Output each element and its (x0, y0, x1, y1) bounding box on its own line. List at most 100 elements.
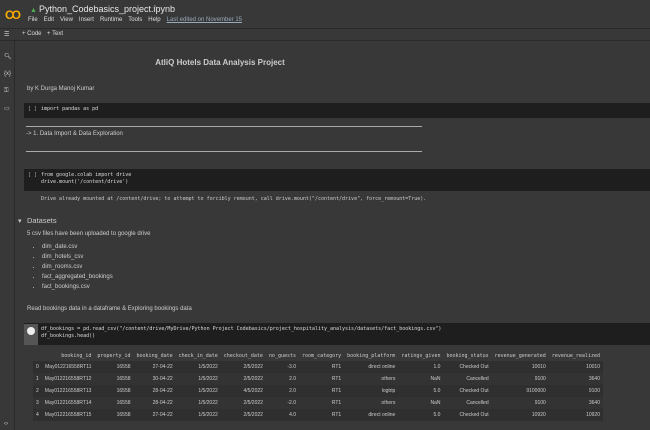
column-header: revenue_generated (494, 352, 546, 359)
run-cell-button[interactable] (24, 324, 38, 345)
title-bar: CO ▲ Python_Codebasics_project.ipynb ☆ Fi… (0, 0, 650, 28)
table-cell: RT1 (331, 400, 342, 406)
table-cell: 16558 (116, 412, 131, 418)
menu-help[interactable]: Help (148, 17, 160, 23)
last-edited-link[interactable]: Last edited on November 15 (167, 17, 242, 23)
star-icon[interactable]: ☆ (152, 4, 159, 13)
table-cell: 3640 (588, 400, 600, 406)
list-item: fact_aggregated_bookings (42, 272, 113, 282)
cell-code[interactable]: from google.colab import drive drive.moun… (41, 172, 131, 186)
table-cell: 2/5/2022 (243, 364, 263, 370)
column-header: no_guests (268, 352, 297, 359)
table-cell: others (381, 400, 396, 406)
menu-runtime[interactable]: Runtime (100, 17, 122, 23)
table-cell: RT1 (331, 364, 342, 370)
column-header: booking_status (446, 352, 489, 359)
table-cell: others (381, 376, 396, 382)
table-cell: RT1 (331, 376, 342, 382)
table-header: booking_id property_id booking_date check_i… (33, 350, 603, 361)
menu-insert[interactable]: Insert (79, 17, 94, 23)
table-cell: 9100 (534, 376, 546, 382)
code-cell-mount[interactable]: [ ] from google.colab import drive drive.… (24, 169, 650, 191)
table-cell: 2/5/2022 (243, 400, 263, 406)
table-cell: NaN (430, 376, 441, 382)
table-cell: Checked Out (459, 364, 489, 370)
run-cell-button[interactable]: [ ] (28, 106, 37, 112)
table-cell: 4/5/2022 (243, 388, 263, 394)
list-item: dim_rooms.csv (42, 262, 113, 272)
table-cell: 3640 (588, 376, 600, 382)
key-icon[interactable]: ⚿ (4, 88, 9, 95)
column-header: ratings_given (401, 352, 441, 359)
table-cell: 9100 (588, 388, 600, 394)
column-header: booking_platform (347, 352, 396, 359)
add-text-button[interactable]: + Text (47, 31, 63, 37)
table-cell: 5.0 (433, 412, 441, 418)
dataframe-output: booking_id property_id booking_date check_i… (33, 350, 603, 421)
menu-tools[interactable]: Tools (128, 17, 142, 23)
table-cell: 1 (36, 376, 39, 382)
table-cell: 2/5/2022 (243, 376, 263, 382)
table-cell: 16558 (116, 376, 131, 382)
column-header: property_id (97, 352, 131, 359)
collapse-arrow-icon[interactable]: ▾ (18, 217, 22, 225)
table-row: 1 May012216558RT12 16558 30-04-22 1/5/2022 2/… (33, 373, 603, 385)
divider (26, 126, 422, 127)
table-cell: 16558 (116, 388, 131, 394)
table-cell: 5.0 (433, 388, 441, 394)
divider (26, 151, 422, 152)
table-cell: 1/5/2022 (198, 364, 218, 370)
table-cell: -3.0 (287, 364, 297, 370)
table-cell: 4.0 (289, 412, 297, 418)
table-row: 4 May012216558RT15 16558 27-04-22 1/5/2022 2/… (33, 409, 603, 421)
column-header: booking_id (61, 352, 92, 359)
cell-code[interactable]: df_bookings = pd.read_csv("/content/driv… (41, 326, 441, 340)
colab-logo[interactable]: CO (5, 8, 21, 22)
folder-icon[interactable]: ▭ (4, 105, 10, 112)
add-code-button[interactable]: + Code (22, 31, 42, 37)
toolbar: ☰ + Code + Text (0, 28, 650, 41)
table-cell: 16558 (116, 400, 131, 406)
table-cell: 1/5/2022 (198, 400, 218, 406)
author-text: by K Durga Manoj Kumar (27, 86, 95, 92)
table-cell: 10920 (586, 412, 600, 418)
table-cell: 2.0 (289, 388, 297, 394)
datasets-text: 5 csv files have been uploaded to google… (27, 231, 151, 237)
table-cell: 28-04-22 (152, 388, 173, 394)
table-cell: Checked Out (459, 412, 489, 418)
table-cell: May012216558RT15 (44, 412, 92, 418)
table-cell: -2.0 (287, 400, 297, 406)
table-cell: 10010 (531, 364, 546, 370)
section-heading: -> 1. Data Import & Data Exploration (26, 131, 123, 137)
table-cell: May012216558RT13 (44, 388, 92, 394)
toc-icon[interactable]: ☰ (4, 31, 9, 38)
code-cell-import[interactable]: [ ] import pandas as pd (24, 103, 650, 118)
code-snippets-icon[interactable]: ‹› (4, 421, 8, 427)
table-cell: 1/5/2022 (198, 376, 218, 382)
table-cell: 1/5/2022 (198, 412, 218, 418)
code-cell-read-csv[interactable]: df_bookings = pd.read_csv("/content/driv… (24, 323, 650, 345)
menu-bar: File Edit View Insert Runtime Tools Help… (28, 17, 242, 23)
table-cell: 16558 (116, 364, 131, 370)
table-cell: 1.0 (433, 364, 441, 370)
table-cell: Cancelled (466, 376, 489, 382)
menu-file[interactable]: File (28, 17, 38, 23)
table-row: 2 May012216558RT13 16558 28-04-22 1/5/2022 4/… (33, 385, 603, 397)
table-cell: 30-04-22 (152, 376, 173, 382)
table-cell: Cancelled (466, 400, 489, 406)
table-cell: 10010 (586, 364, 600, 370)
play-icon (27, 327, 35, 335)
run-cell-button[interactable]: [ ] (28, 172, 37, 178)
table-cell: 2.0 (289, 376, 297, 382)
variables-icon[interactable]: {x} (4, 71, 11, 77)
table-cell: Checked Out (459, 388, 489, 394)
table-cell: May012216558RT11 (45, 364, 92, 370)
table-cell: 2/5/2022 (243, 412, 263, 418)
drive-icon: ▲ (30, 7, 37, 14)
cell-code[interactable]: import pandas as pd (41, 106, 98, 113)
table-cell: May012216558RT12 (44, 376, 92, 382)
table-cell: 27-04-22 (152, 364, 173, 370)
menu-view[interactable]: View (60, 17, 73, 23)
menu-edit[interactable]: Edit (44, 17, 54, 23)
column-header (33, 350, 42, 361)
